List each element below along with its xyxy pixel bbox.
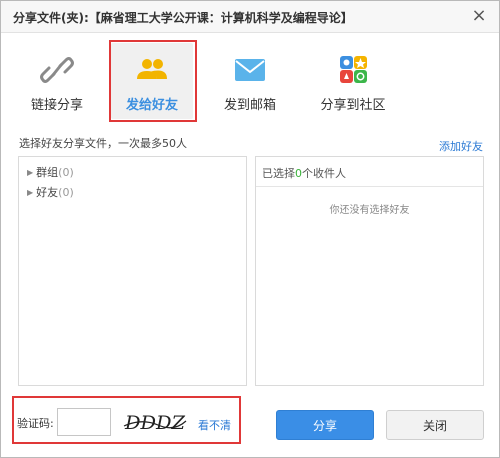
recipients-count: 0 xyxy=(295,167,302,180)
recipients-empty-text: 你还没有选择好友 xyxy=(329,205,410,216)
share-option-link[interactable]: 链接分享 xyxy=(23,43,91,119)
recipients-panel: 已选择0个收件人 你还没有选择好友 xyxy=(255,156,484,386)
captcha-input[interactable] xyxy=(57,408,111,436)
share-option-friend[interactable]: 发给好友 xyxy=(111,43,193,119)
friends-hint: 选择好友分享文件，一次最多50人 xyxy=(19,137,187,150)
add-friend-link[interactable]: 添加好友 xyxy=(439,138,483,154)
share-option-label: 发给好友 xyxy=(125,98,178,113)
recipients-header: 已选择0个收件人 xyxy=(256,157,483,187)
dialog-title: 分享文件(夹):【麻省理工大学公开课：计算机科学及编程导论】 xyxy=(13,11,353,25)
tree-item-count: (0) xyxy=(58,166,74,179)
share-option-label: 发到邮箱 xyxy=(223,98,276,113)
share-option-label: 链接分享 xyxy=(30,98,83,113)
recipients-header-prefix: 已选择 xyxy=(262,167,295,180)
tree-item-label: 群组 xyxy=(36,166,59,179)
close-icon[interactable]: × xyxy=(469,6,489,26)
link-icon xyxy=(40,57,74,83)
close-button[interactable]: 关闭 xyxy=(386,410,484,440)
share-dialog: 分享文件(夹):【麻省理工大学公开课：计算机科学及编程导论】 × 链接分享 发给… xyxy=(0,0,500,458)
tree-item-count: (0) xyxy=(58,186,74,199)
captcha-image[interactable]: DDDZ xyxy=(122,408,188,436)
friends-icon xyxy=(137,59,167,79)
share-option-label: 分享到社区 xyxy=(320,98,386,113)
email-icon xyxy=(235,59,265,81)
caret-right-icon[interactable]: ▶ xyxy=(27,188,33,197)
community-icon xyxy=(340,56,367,83)
captcha-label: 验证码: xyxy=(17,417,54,430)
tree-item-label: 好友 xyxy=(36,186,59,199)
caret-right-icon[interactable]: ▶ xyxy=(27,168,33,177)
title-bar[interactable]: 分享文件(夹):【麻省理工大学公开课：计算机科学及编程导论】 × xyxy=(1,1,499,33)
share-option-community[interactable]: 分享到社区 xyxy=(311,43,395,119)
tree-item-friends[interactable]: ▶ 好友(0) xyxy=(27,184,74,200)
recipients-header-suffix: 个收件人 xyxy=(302,167,346,180)
share-option-email[interactable]: 发到邮箱 xyxy=(213,43,287,119)
friends-list-panel: ▶ 群组(0) ▶ 好友(0) xyxy=(18,156,247,386)
tree-item-groups[interactable]: ▶ 群组(0) xyxy=(27,164,74,180)
share-button[interactable]: 分享 xyxy=(276,410,374,440)
captcha-refresh-link[interactable]: 看不清 xyxy=(198,417,231,433)
